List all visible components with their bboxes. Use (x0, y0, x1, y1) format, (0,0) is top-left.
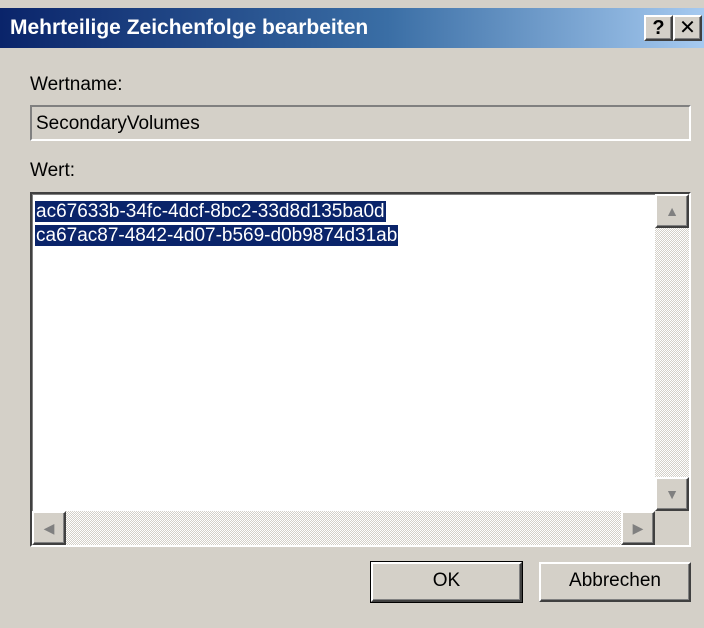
close-button[interactable]: ✕ (673, 15, 702, 41)
horizontal-scrollbar[interactable]: ◀ ▶ (32, 511, 655, 545)
value-line[interactable]: ac67633b-34fc-4dcf-8bc2-33d8d135ba0d (35, 200, 398, 224)
scroll-right-button[interactable]: ▶ (621, 511, 655, 545)
title-bar[interactable]: Mehrteilige Zeichenfolge bearbeiten ? ✕ (0, 8, 704, 48)
scroll-up-button[interactable]: ▲ (655, 194, 689, 228)
vertical-scrollbar[interactable]: ▲ ▼ (655, 194, 689, 511)
edit-multi-string-dialog: Mehrteilige Zeichenfolge bearbeiten ? ✕ … (0, 0, 704, 628)
ok-button[interactable]: OK (370, 561, 523, 603)
value-data-label: Wert: (30, 160, 76, 181)
dialog-title: Mehrteilige Zeichenfolge bearbeiten (10, 16, 369, 39)
scroll-down-button[interactable]: ▼ (655, 477, 689, 511)
scroll-left-button[interactable]: ◀ (32, 511, 66, 545)
arrow-up-icon: ▲ (665, 203, 679, 219)
value-line[interactable]: ca67ac87-4842-4d07-b569-d0b9874d31ab (35, 224, 399, 248)
arrow-right-icon: ▶ (632, 520, 644, 536)
close-icon: ✕ (679, 17, 696, 39)
help-button[interactable]: ? (644, 15, 673, 41)
value-name-label: Wertname: (30, 74, 123, 95)
value-data-lines: ac67633b-34fc-4dcf-8bc2-33d8d135ba0d ca6… (35, 200, 399, 248)
scrollbar-corner (655, 511, 689, 545)
arrow-left-icon: ◀ (43, 520, 55, 536)
value-name-text: SecondaryVolumes (36, 113, 200, 134)
cancel-button[interactable]: Abbrechen (539, 562, 691, 602)
arrow-down-icon: ▼ (665, 486, 679, 502)
value-data-textarea[interactable]: ac67633b-34fc-4dcf-8bc2-33d8d135ba0d ca6… (30, 192, 691, 547)
value-name-field: SecondaryVolumes (30, 105, 691, 141)
